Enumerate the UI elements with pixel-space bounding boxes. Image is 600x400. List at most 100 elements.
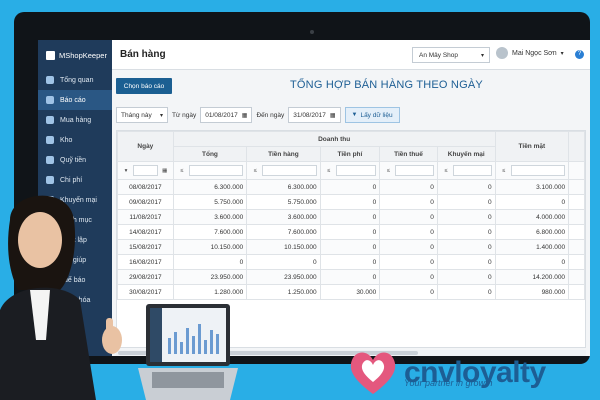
promotion-filter-cell[interactable]: ≤ [436, 161, 496, 180]
filter-bar: Tháng này ▾ Từ ngày 01/08/2017 ▦ Đến ngà… [116, 106, 400, 124]
cell-extra [568, 194, 585, 210]
sidebar-item[interactable]: Kho [38, 130, 112, 150]
report-icon [46, 96, 54, 104]
cell-goods: 3.600.000 [246, 209, 321, 225]
table-row[interactable]: 30/08/2017 1.280.000 1.250.000 30.000 0 0 980.… [117, 284, 585, 300]
face-shape [18, 212, 62, 268]
cash-filter-input[interactable] [510, 165, 566, 176]
column-group-revenue: Doanh thu [172, 131, 496, 147]
sidebar-item[interactable]: Chi phí [38, 170, 112, 190]
shop-select[interactable]: An Mây Shop ▾ [412, 47, 490, 63]
page-title: Bán hàng [120, 49, 166, 60]
period-select[interactable]: Tháng này ▾ [116, 107, 168, 123]
cell-tax: 0 [379, 284, 438, 300]
sidebar-item[interactable]: Báo cáo [38, 90, 112, 110]
laptop-chart-bar [198, 324, 201, 354]
sidebar-item[interactable]: Quỹ tiền [38, 150, 112, 170]
cell-total: 3.600.000 [172, 209, 248, 225]
calendar-icon[interactable]: ▦ [242, 112, 248, 119]
goods-filter-input[interactable] [262, 165, 317, 176]
table-row[interactable]: 29/08/2017 23.950.000 23.950.000 0 0 0 14.200.… [117, 269, 585, 285]
cell-tax: 0 [379, 209, 438, 225]
cell-tax: 0 [379, 239, 438, 255]
table-row[interactable]: 16/08/2017 0 0 0 0 0 0 [117, 254, 585, 270]
cell-fee: 0 [319, 179, 381, 195]
table-row[interactable]: 11/08/2017 3.600.000 3.600.000 0 0 0 4.000.000 [117, 209, 585, 225]
total-filter-cell[interactable]: ≤ [172, 161, 248, 180]
cell-fee: 0 [319, 254, 381, 270]
date-filter-cell[interactable]: ▾ ▦ [117, 161, 174, 180]
operator-icon[interactable]: ≤ [177, 168, 187, 174]
from-date-input[interactable]: 01/08/2017 ▦ [200, 107, 253, 123]
to-date-input[interactable]: 31/08/2017 ▦ [288, 107, 341, 123]
operator-icon[interactable]: ≤ [250, 168, 260, 174]
chevron-down-icon: ▾ [159, 112, 163, 119]
person-photo [0, 195, 122, 400]
column-header-date[interactable]: Ngày [117, 131, 174, 162]
cell-tax: 0 [379, 179, 438, 195]
total-filter-input[interactable] [188, 165, 244, 176]
cash-filter-cell[interactable]: ≤ [494, 161, 570, 180]
fee-filter-input[interactable] [335, 165, 377, 176]
brand-logo: cnvloyalty Your partner in growth [346, 348, 546, 398]
laptop-chart-bar [168, 338, 171, 354]
laptop-chart-bar [216, 334, 219, 354]
cell-fee: 0 [319, 269, 381, 285]
tax-filter-input[interactable] [395, 165, 434, 176]
table-row[interactable]: 15/08/2017 10.150.000 10.150.000 0 0 0 1.400.0… [117, 239, 585, 255]
select-report-button[interactable]: Chọn báo cáo [116, 78, 172, 94]
topbar: Bán hàng An Mây Shop ▾ Mai Ngọc Sơn ▾ ? [112, 40, 590, 70]
goods-filter-cell[interactable]: ≤ [246, 161, 321, 180]
sidebar-item-label: Tổng quan [60, 76, 94, 84]
cell-goods: 23.950.000 [246, 269, 321, 285]
cell-cash: 0 [494, 194, 570, 210]
laptop-screen-sidebar [150, 308, 162, 362]
user-name: Mai Ngọc Sơn [512, 49, 557, 57]
column-header-total[interactable]: Tổng [172, 146, 248, 162]
cell-fee: 0 [319, 239, 381, 255]
cell-total: 5.750.000 [172, 194, 248, 210]
webcam [310, 30, 314, 34]
to-date-value: 31/08/2017 [293, 111, 326, 119]
cell-tax: 0 [379, 254, 438, 270]
cell-total: 0 [172, 254, 248, 270]
calendar-icon[interactable]: ▦ [160, 168, 170, 174]
user-menu[interactable]: Mai Ngọc Sơn ▾ [496, 47, 564, 59]
column-header-goods[interactable]: Tiền hàng [246, 146, 321, 162]
operator-icon[interactable]: ≤ [441, 168, 451, 174]
table-row[interactable]: 09/08/2017 5.750.000 5.750.000 0 0 0 0 [117, 194, 585, 210]
cell-cash: 6.800.000 [494, 224, 570, 240]
table-row[interactable]: 08/08/2017 6.300.000 6.300.000 0 0 0 3.100.000 [117, 179, 585, 195]
cell-total: 7.600.000 [172, 224, 248, 240]
promotion-filter-input[interactable] [452, 165, 492, 176]
operator-icon[interactable]: ≤ [324, 168, 334, 174]
chevron-down-icon: ▾ [560, 50, 564, 57]
heart-icon [350, 352, 396, 394]
cell-promotion: 0 [436, 254, 496, 270]
sidebar-item[interactable]: Mua hàng [38, 110, 112, 130]
column-header-cash[interactable]: Tiền mặt [494, 131, 570, 162]
sidebar-item[interactable]: Tổng quan [38, 70, 112, 90]
fee-filter-cell[interactable]: ≤ [319, 161, 381, 180]
laptop-image [138, 304, 238, 400]
get-data-label: Lấy dữ liệu [360, 111, 393, 119]
tax-filter-cell[interactable]: ≤ [379, 161, 438, 180]
operator-icon[interactable]: ≤ [499, 168, 509, 174]
dropdown-icon[interactable]: ▾ [121, 168, 131, 174]
cell-promotion: 0 [436, 224, 496, 240]
column-header-fee[interactable]: Tiền phí [319, 146, 381, 162]
table-row[interactable]: 14/08/2017 7.600.000 7.600.000 0 0 0 6.800.000 [117, 224, 585, 240]
operator-icon[interactable]: ≤ [383, 168, 393, 174]
cell-cash: 3.100.000 [494, 179, 570, 195]
cell-cash: 1.400.000 [494, 239, 570, 255]
date-filter-input[interactable] [133, 165, 158, 176]
calendar-icon[interactable]: ▦ [330, 112, 336, 119]
cell-goods: 0 [246, 254, 321, 270]
help-icon[interactable]: ? [575, 50, 584, 59]
column-header-tax[interactable]: Tiền thuế [379, 146, 438, 162]
get-data-button[interactable]: ▼ Lấy dữ liệu [344, 107, 400, 123]
brand-tagline: Your partner in growth [404, 378, 493, 388]
cell-promotion: 0 [436, 194, 496, 210]
app-brand[interactable]: MShopKeeper [38, 40, 112, 70]
column-header-promotion[interactable]: Khuyến mại [436, 146, 496, 162]
